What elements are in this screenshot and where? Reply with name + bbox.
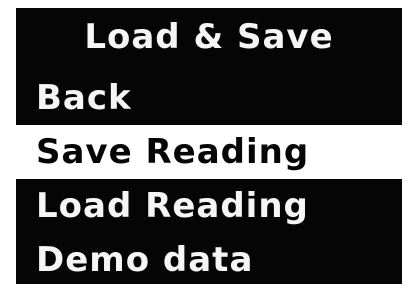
menu-panel: Load & Save Back Save Reading Load Readi… (16, 8, 402, 284)
menu-list: Back Save Reading Load Reading Demo data (16, 71, 402, 284)
menu-item-save-reading[interactable]: Save Reading (16, 125, 402, 179)
menu-item-demo-data[interactable]: Demo data (16, 233, 402, 284)
menu-item-back[interactable]: Back (16, 71, 402, 125)
device-screen: Load & Save Back Save Reading Load Readi… (0, 0, 418, 292)
menu-title: Load & Save (84, 17, 334, 57)
menu-item-load-reading[interactable]: Load Reading (16, 179, 402, 233)
